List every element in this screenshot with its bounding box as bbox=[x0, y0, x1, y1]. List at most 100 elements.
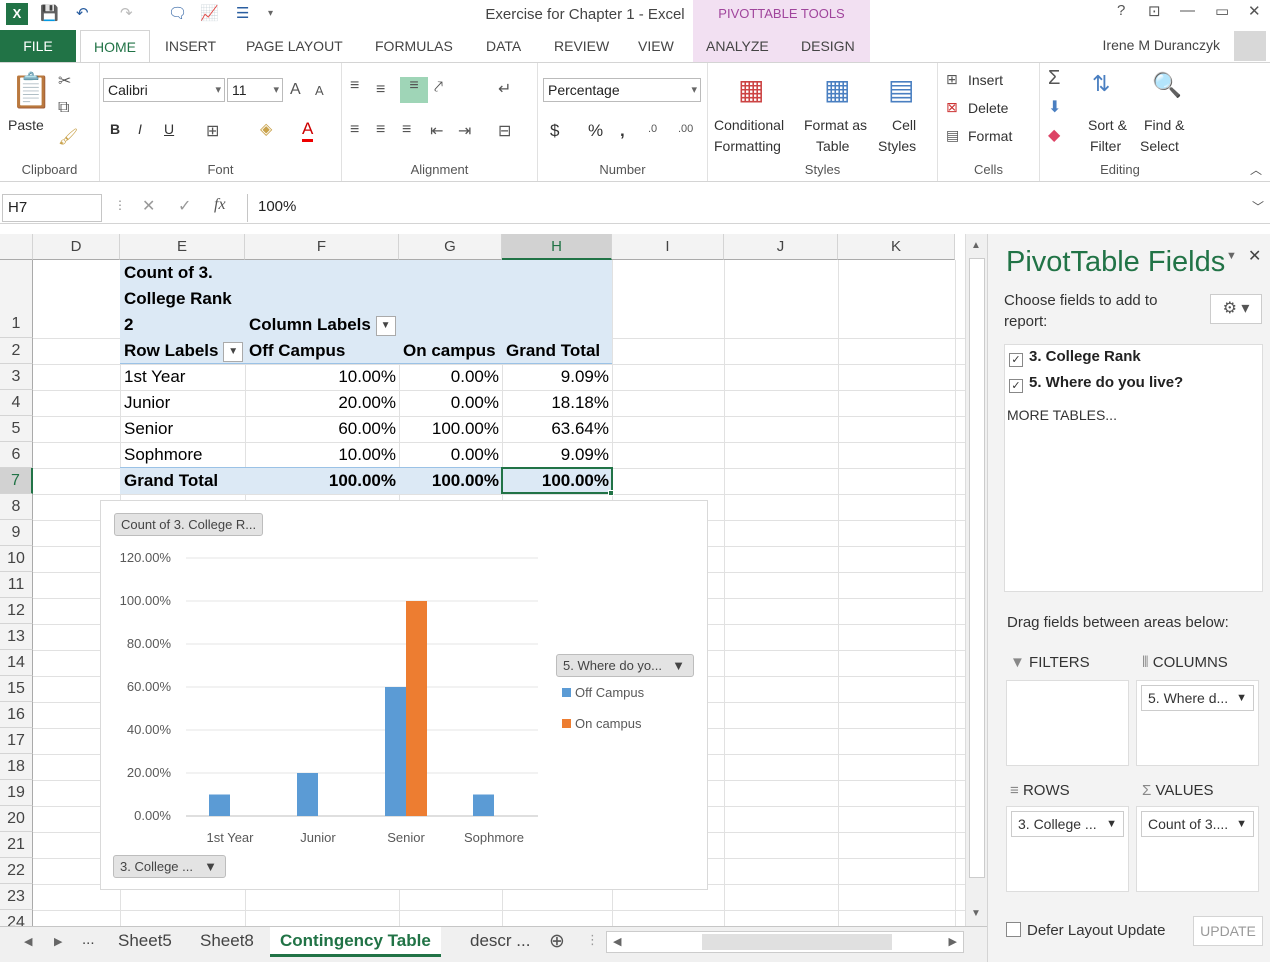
shrink-font-icon[interactable]: A bbox=[315, 83, 324, 98]
row-label[interactable]: Senior bbox=[124, 416, 173, 442]
horizontal-scroll-thumb[interactable] bbox=[702, 934, 892, 950]
bold-button[interactable]: B bbox=[110, 121, 120, 137]
cell-styles-line2[interactable]: Styles bbox=[878, 138, 916, 154]
borders-icon[interactable]: ⊞ bbox=[206, 121, 219, 141]
gear-icon[interactable]: ⚙ ▾ bbox=[1210, 294, 1262, 324]
format-as-table-line1[interactable]: Format as bbox=[804, 117, 867, 133]
row-header-14[interactable]: 14 bbox=[0, 650, 33, 676]
avatar[interactable] bbox=[1234, 31, 1266, 61]
row-header-21[interactable]: 21 bbox=[0, 832, 33, 858]
decrease-indent-icon[interactable]: ⇤ bbox=[430, 121, 443, 141]
scroll-down-icon[interactable]: ▼ bbox=[971, 908, 981, 919]
header-on-campus[interactable]: On campus bbox=[403, 338, 496, 364]
legend-field-button[interactable]: 5. Where do yo... ▼ bbox=[556, 654, 694, 677]
rows-area-item[interactable]: 3. College ... ▼ bbox=[1011, 811, 1124, 837]
conditional-formatting-icon[interactable]: ▦ bbox=[738, 73, 764, 106]
currency-button[interactable]: $ bbox=[550, 121, 559, 141]
row-header-4[interactable]: 4 bbox=[0, 390, 33, 416]
comma-button[interactable]: , bbox=[620, 121, 625, 141]
format-painter-icon[interactable]: 🖌 bbox=[58, 127, 78, 147]
tab-design[interactable]: DESIGN bbox=[793, 30, 863, 62]
row-header-9[interactable]: 9 bbox=[0, 520, 33, 546]
font-size-select[interactable]: 11 bbox=[227, 78, 283, 102]
pivot-title-line1[interactable]: Count of 3. bbox=[124, 260, 213, 286]
formula-input[interactable]: 100% bbox=[247, 194, 1253, 222]
grand-total-off[interactable]: 100.00% bbox=[245, 468, 396, 494]
update-button[interactable]: UPDATE bbox=[1193, 916, 1263, 946]
delete-cells-button[interactable]: Delete bbox=[968, 100, 1008, 116]
next-sheet-icon[interactable]: ▶ bbox=[54, 935, 62, 948]
tab-insert[interactable]: INSERT bbox=[157, 30, 224, 62]
row-header-20[interactable]: 20 bbox=[0, 806, 33, 832]
align-center-icon[interactable]: ≡ bbox=[376, 121, 385, 139]
increase-indent-icon[interactable]: ⇥ bbox=[458, 121, 471, 141]
row-header-22[interactable]: 22 bbox=[0, 858, 33, 884]
tab-analyze[interactable]: ANALYZE bbox=[698, 30, 777, 62]
format-as-table-line2[interactable]: Table bbox=[816, 138, 849, 154]
increase-decimal-icon[interactable]: .0 bbox=[648, 123, 657, 135]
tab-file[interactable]: FILE bbox=[0, 30, 76, 62]
select-all-corner[interactable] bbox=[0, 234, 33, 260]
sheet-tab-sheet5[interactable]: Sheet5 bbox=[108, 927, 182, 957]
vertical-scrollbar[interactable]: ▲ ▼ bbox=[965, 234, 987, 926]
sort-filter-line2[interactable]: Filter bbox=[1090, 138, 1121, 154]
minimize-button[interactable]: — bbox=[1180, 2, 1195, 19]
columns-area-item[interactable]: 5. Where d... ▼ bbox=[1141, 685, 1254, 711]
grow-font-icon[interactable]: A bbox=[290, 81, 301, 99]
more-tables-link[interactable]: MORE TABLES... bbox=[1007, 407, 1117, 423]
col-header-f[interactable]: F bbox=[245, 234, 399, 260]
wrap-text-icon[interactable]: ↵ bbox=[498, 79, 511, 99]
values-area[interactable]: Count of 3.... ▼ bbox=[1136, 806, 1259, 892]
sort-filter-icon[interactable]: ⇅ bbox=[1092, 71, 1110, 97]
fill-handle[interactable] bbox=[608, 490, 614, 496]
sheet-tab-contingency-table[interactable]: Contingency Table bbox=[270, 927, 441, 957]
row-header-5[interactable]: 5 bbox=[0, 416, 33, 442]
format-cells-button[interactable]: Format bbox=[968, 128, 1012, 144]
row-header-18[interactable]: 18 bbox=[0, 754, 33, 780]
cell-value[interactable]: 20.00% bbox=[245, 390, 396, 416]
formula-options-icon[interactable]: ⋮ bbox=[114, 198, 126, 212]
first-sheet-icon[interactable]: ◀ bbox=[24, 935, 32, 948]
tab-home[interactable]: HOME bbox=[80, 30, 150, 62]
row-header-23[interactable]: 23 bbox=[0, 884, 33, 910]
tab-formulas[interactable]: FORMULAS bbox=[367, 30, 461, 62]
help-button[interactable]: ? bbox=[1117, 2, 1125, 19]
clear-icon[interactable]: ◆ bbox=[1048, 125, 1060, 145]
percent-button[interactable]: % bbox=[588, 121, 603, 141]
expand-formula-icon[interactable]: ﹀ bbox=[1252, 198, 1264, 215]
align-top-icon[interactable]: ≡ bbox=[350, 77, 359, 95]
fill-icon[interactable]: ⬇ bbox=[1048, 97, 1061, 117]
row-header-11[interactable]: 11 bbox=[0, 572, 33, 598]
insert-function-icon[interactable]: fx bbox=[214, 196, 226, 214]
row-labels-filter-icon[interactable]: ▼ bbox=[223, 341, 244, 362]
align-middle-icon[interactable]: ≡ bbox=[376, 81, 385, 99]
copy-icon[interactable]: ⧉ bbox=[58, 99, 69, 117]
horizontal-scrollbar[interactable]: ◀ ▶ bbox=[606, 931, 964, 953]
restore-button[interactable]: ▭ bbox=[1215, 2, 1229, 20]
pivot-title-line3[interactable]: 2 bbox=[124, 312, 133, 338]
filters-area[interactable] bbox=[1006, 680, 1129, 766]
fill-color-icon[interactable]: ◈ bbox=[260, 119, 272, 139]
checkbox-checked-icon[interactable]: ✓ bbox=[1009, 353, 1023, 367]
cell-value[interactable]: 0.00% bbox=[399, 442, 499, 468]
new-sheet-icon[interactable]: ⊕ bbox=[549, 930, 565, 953]
tab-data[interactable]: DATA bbox=[478, 30, 529, 62]
col-header-e[interactable]: E bbox=[120, 234, 245, 260]
pane-options-icon[interactable]: ▼ bbox=[1226, 250, 1237, 262]
decrease-decimal-icon[interactable]: .00 bbox=[678, 123, 693, 135]
format-as-table-icon[interactable]: ▦ bbox=[824, 73, 850, 106]
grand-total-label[interactable]: Grand Total bbox=[124, 468, 218, 494]
defer-layout-update[interactable]: Defer Layout Update bbox=[1006, 922, 1165, 939]
header-off-campus[interactable]: Off Campus bbox=[249, 338, 345, 364]
conditional-formatting-line2[interactable]: Formatting bbox=[714, 138, 781, 154]
cell-value[interactable]: 10.00% bbox=[245, 364, 396, 390]
column-labels-filter-icon[interactable]: ▼ bbox=[375, 315, 396, 336]
name-box[interactable]: H7 bbox=[2, 194, 102, 222]
collapse-ribbon-icon[interactable]: ︿ bbox=[1250, 161, 1262, 178]
tab-page-layout[interactable]: PAGE LAYOUT bbox=[238, 30, 351, 62]
col-header-j[interactable]: J bbox=[724, 234, 838, 260]
row-label[interactable]: Sophmore bbox=[124, 442, 202, 468]
row-header-16[interactable]: 16 bbox=[0, 702, 33, 728]
find-select-line1[interactable]: Find & bbox=[1144, 117, 1184, 133]
find-select-line2[interactable]: Select bbox=[1140, 138, 1179, 154]
